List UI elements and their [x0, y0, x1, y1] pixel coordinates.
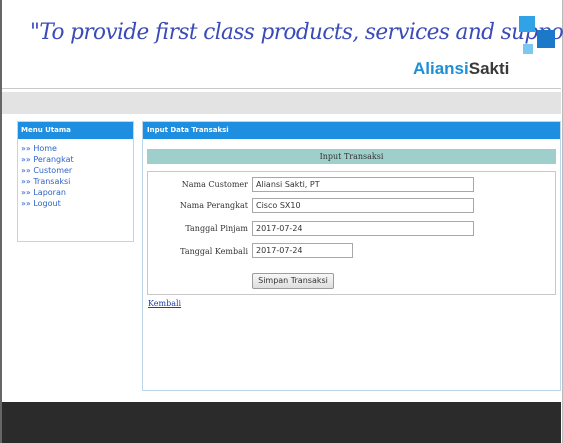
sidebar-menu: »» Home »» Perangkat »» Customer »» Tran… [18, 139, 133, 209]
return-date-input[interactable]: 2017-07-24 [252, 243, 353, 258]
brand-name-part2: Sakti [468, 59, 510, 78]
main-panel-title: Input Data Transaksi [143, 122, 560, 139]
main-panel: Input Data Transaksi Input Transaksi Nam… [142, 121, 561, 391]
save-transaction-button[interactable]: Simpan Transaksi [252, 273, 334, 289]
sidebar-item-laporan[interactable]: »» Laporan [21, 187, 133, 198]
customer-input[interactable]: Aliansi Sakti, PT [252, 177, 474, 192]
tagline: "To provide first class products, servic… [30, 20, 563, 45]
brand-name: AliansiSakti [413, 59, 509, 79]
sidebar: Menu Utama »» Home »» Perangkat »» Custo… [17, 121, 134, 242]
aliansi-sakti-logo-icon [519, 16, 555, 54]
sidebar-title: Menu Utama [18, 122, 133, 139]
sidebar-item-customer[interactable]: »» Customer [21, 165, 133, 176]
borrow-date-input[interactable]: 2017-07-24 [252, 221, 474, 236]
sidebar-item-home[interactable]: »» Home [21, 143, 133, 154]
form-title: Input Transaksi [147, 149, 556, 164]
footer-bar [2, 402, 561, 443]
header-banner: "To provide first class products, servic… [2, 0, 563, 88]
back-link[interactable]: Kembali [148, 299, 181, 308]
device-label: Nama Perangkat [179, 201, 248, 210]
borrow-date-label: Tanggal Pinjam [185, 224, 248, 233]
nav-strip [2, 92, 561, 114]
customer-label: Nama Customer [181, 180, 248, 189]
header-divider [2, 88, 561, 89]
sidebar-item-transaksi[interactable]: »» Transaksi [21, 176, 133, 187]
transaction-form: Nama Customer Aliansi Sakti, PT Nama Per… [147, 171, 556, 295]
device-input[interactable]: Cisco SX10 [252, 198, 474, 213]
sidebar-item-perangkat[interactable]: »» Perangkat [21, 154, 133, 165]
brand-name-part1: Aliansi [413, 59, 469, 78]
sidebar-item-logout[interactable]: »» Logout [21, 198, 133, 209]
return-date-label: Tanggal Kembali [180, 247, 248, 256]
